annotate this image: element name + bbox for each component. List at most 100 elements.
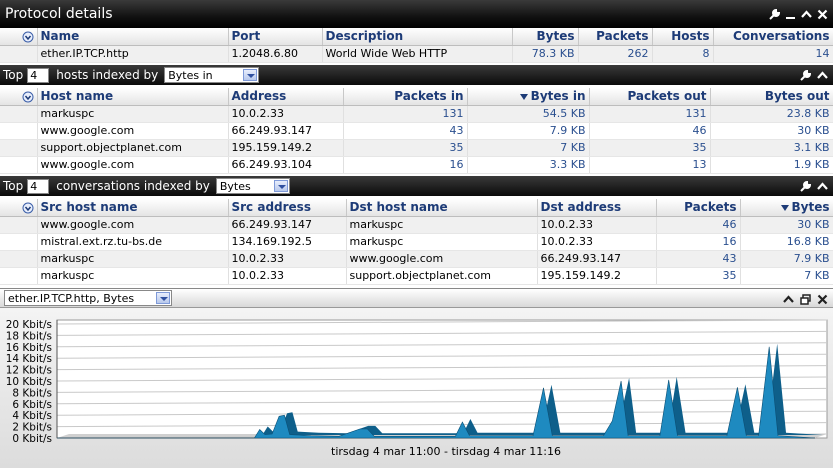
column-description[interactable]: Description [322, 28, 513, 46]
column-packets[interactable]: Packets [578, 28, 653, 46]
row-spacer [0, 45, 38, 63]
cell-src-address: 10.0.2.33 [228, 250, 347, 268]
chevron-down-icon[interactable] [273, 180, 288, 192]
cell-packets: 35 [656, 267, 741, 285]
column-bytes-out[interactable]: Bytes out [710, 88, 833, 106]
cell-name: ether.IP.TCP.http [37, 45, 229, 63]
cell-host-name: support.objectplanet.com [37, 139, 229, 157]
collapse-icon[interactable] [816, 180, 829, 193]
chart-series-select[interactable]: ether.IP.TCP.http, Bytes [4, 290, 172, 306]
column-packets[interactable]: Packets [656, 199, 741, 217]
column-bytes-in-label: Bytes in [530, 89, 586, 104]
column-chooser[interactable] [0, 28, 38, 46]
table-row[interactable]: markuspc 10.0.2.33 www.google.com 66.249… [0, 250, 833, 268]
column-port[interactable]: Port [228, 28, 323, 46]
y-tick-label: 2 Kbit/s [12, 422, 52, 434]
column-src-address[interactable]: Src address [228, 199, 347, 217]
column-settings-icon[interactable] [22, 202, 34, 214]
close-icon[interactable] [816, 8, 829, 21]
sort-desc-icon [780, 204, 789, 211]
cell-packets-out: 35 [589, 139, 711, 157]
cell-port: 1.2048.6.80 [228, 45, 323, 63]
y-tick-label: 20 Kbit/s [6, 319, 52, 331]
column-address[interactable]: Address [228, 88, 344, 106]
hosts-control-bar: Top hosts indexed by Bytes in [0, 65, 833, 85]
row-spacer [0, 233, 38, 251]
collapse-icon[interactable] [816, 69, 829, 82]
chevron-down-icon[interactable] [156, 292, 170, 304]
conversations-control-bar: Top conversations indexed by Bytes [0, 176, 833, 196]
table-header-row: Src host name Src address Dst host name … [0, 199, 833, 217]
hosts-top-count-input[interactable] [27, 67, 50, 83]
protocol-table: Name Port Description Bytes Packets Host… [0, 28, 833, 63]
y-tick-label: 12 Kbit/s [6, 365, 52, 377]
collapse-icon[interactable] [782, 293, 795, 306]
cell-packets-out: 13 [589, 156, 711, 174]
column-name[interactable]: Name [37, 28, 229, 46]
collapse-icon[interactable] [800, 8, 813, 21]
row-spacer [0, 216, 38, 234]
hosts-index-select[interactable]: Bytes in [164, 67, 260, 83]
column-bytes[interactable]: Bytes [740, 199, 833, 217]
y-tick-label: 16 Kbit/s [6, 342, 52, 354]
conversations-table: Src host name Src address Dst host name … [0, 199, 833, 285]
cell-bytes: 78.3 KB [512, 45, 579, 63]
column-chooser[interactable] [0, 88, 38, 106]
y-tick-label: 18 Kbit/s [6, 330, 52, 342]
traffic-area-chart: 0 Kbit/s2 Kbit/s4 Kbit/s6 Kbit/s8 Kbit/s… [6, 319, 828, 458]
sort-desc-icon [519, 93, 528, 100]
table-row[interactable]: ether.IP.TCP.http 1.2048.6.80 World Wide… [0, 45, 833, 63]
wrench-icon[interactable] [799, 69, 812, 82]
column-settings-icon[interactable] [22, 31, 34, 43]
cell-bytes-out: 30 KB [710, 122, 833, 140]
row-spacer [0, 156, 38, 174]
column-settings-icon[interactable] [22, 91, 34, 103]
cell-conversations: 14 [713, 45, 833, 63]
row-spacer [0, 250, 38, 268]
table-row[interactable]: markuspc 10.0.2.33 131 54.5 KB 131 23.8 … [0, 105, 833, 123]
close-icon[interactable] [816, 293, 829, 306]
restore-icon[interactable] [799, 293, 812, 306]
column-chooser[interactable] [0, 199, 38, 217]
wrench-icon[interactable] [768, 8, 781, 21]
y-tick-label: 14 Kbit/s [6, 353, 52, 365]
column-hosts[interactable]: Hosts [652, 28, 714, 46]
table-row[interactable]: markuspc 10.0.2.33 support.objectplanet.… [0, 267, 833, 285]
chevron-down-icon[interactable] [243, 69, 258, 81]
minimize-icon[interactable] [784, 8, 797, 21]
column-host-name[interactable]: Host name [37, 88, 229, 106]
column-dst-host-name[interactable]: Dst host name [346, 199, 538, 217]
cell-src-host-name: mistral.ext.rz.tu-bs.de [37, 233, 229, 251]
cell-bytes: 7 KB [740, 267, 833, 285]
cell-address: 66.249.93.147 [228, 122, 344, 140]
table-row[interactable]: support.objectplanet.com 195.159.149.2 3… [0, 139, 833, 157]
table-row[interactable]: www.google.com 66.249.93.104 16 3.3 KB 1… [0, 156, 833, 174]
table-row[interactable]: www.google.com 66.249.93.147 markuspc 10… [0, 216, 833, 234]
column-packets-out[interactable]: Packets out [589, 88, 711, 106]
panel-title: Protocol details [5, 6, 113, 22]
column-dst-address[interactable]: Dst address [537, 199, 657, 217]
hosts-index-value: Bytes in [168, 68, 213, 82]
conversations-top-count-input[interactable] [27, 178, 50, 194]
cell-bytes: 7.9 KB [740, 250, 833, 268]
cell-src-host-name: www.google.com [37, 216, 229, 234]
row-spacer [0, 122, 38, 140]
column-conversations[interactable]: Conversations [713, 28, 833, 46]
top-label: Top [3, 68, 24, 82]
cell-src-address: 10.0.2.33 [228, 267, 347, 285]
y-tick-label: 0 Kbit/s [12, 433, 52, 445]
column-bytes[interactable]: Bytes [512, 28, 579, 46]
table-row[interactable]: www.google.com 66.249.93.147 43 7.9 KB 4… [0, 122, 833, 140]
wrench-icon[interactable] [799, 180, 812, 193]
table-row[interactable]: mistral.ext.rz.tu-bs.de 134.169.192.5 ma… [0, 233, 833, 251]
cell-bytes-in: 54.5 KB [467, 105, 590, 123]
column-bytes-in[interactable]: Bytes in [467, 88, 590, 106]
cell-host-name: www.google.com [37, 156, 229, 174]
cell-packets: 43 [656, 250, 741, 268]
conversations-index-select[interactable]: Bytes [215, 178, 290, 194]
cell-dst-host-name: support.objectplanet.com [346, 267, 538, 285]
cell-bytes-out: 23.8 KB [710, 105, 833, 123]
table-header-row: Host name Address Packets in Bytes in Pa… [0, 88, 833, 106]
column-packets-in[interactable]: Packets in [343, 88, 468, 106]
column-src-host-name[interactable]: Src host name [37, 199, 229, 217]
